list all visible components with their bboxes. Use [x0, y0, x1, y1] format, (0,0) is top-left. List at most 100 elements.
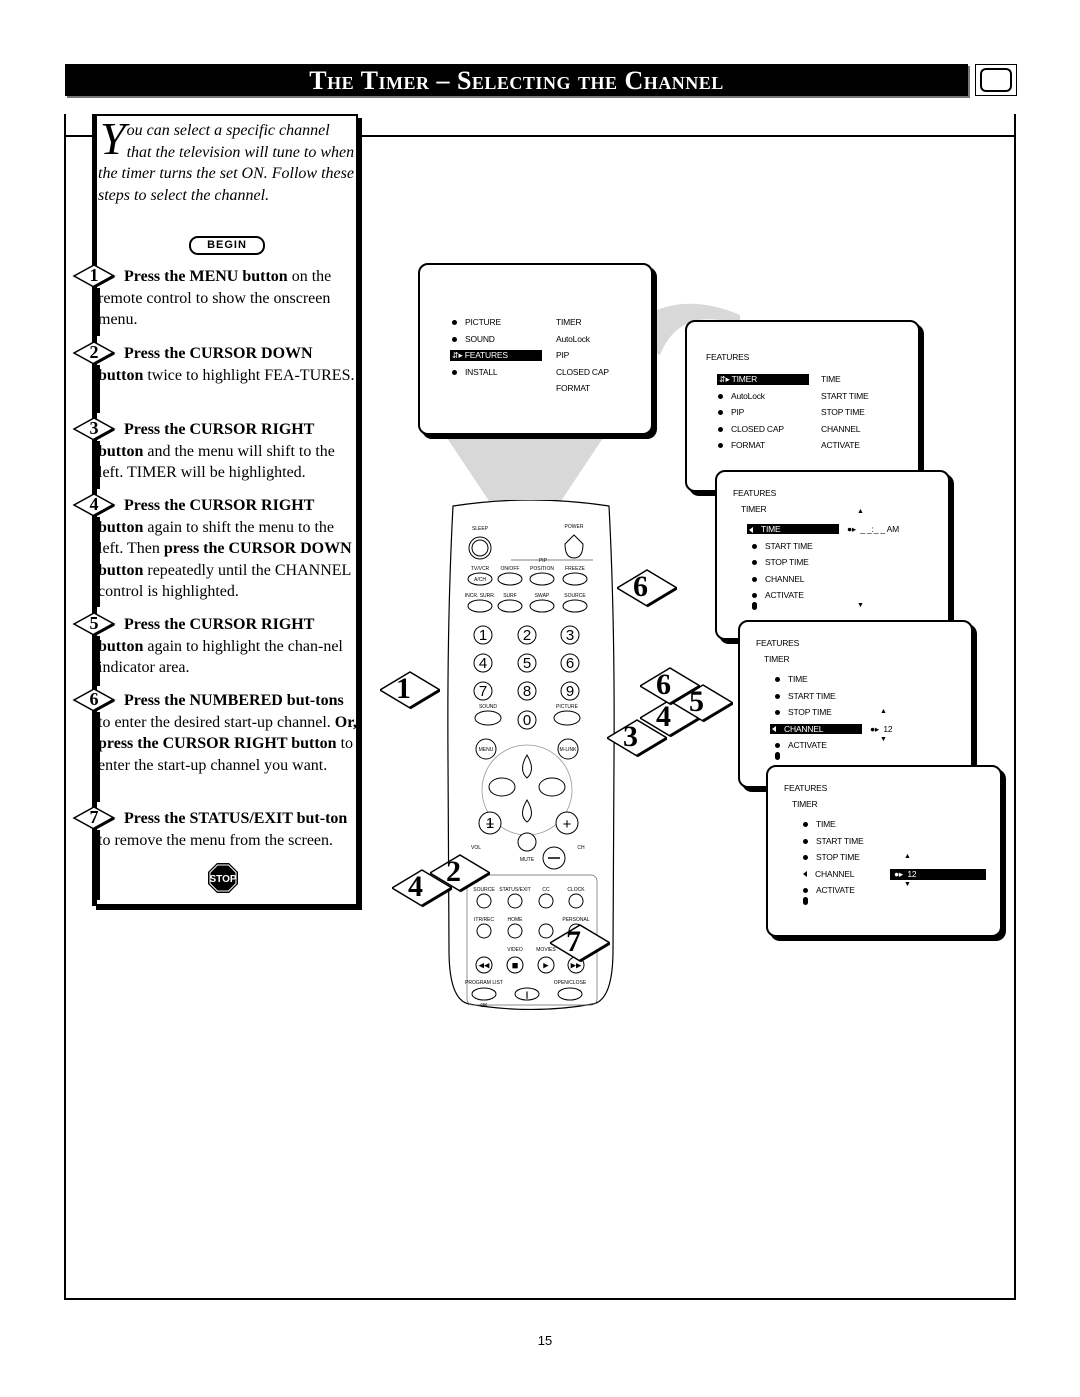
remote-label: CH — [577, 845, 585, 851]
step-number: 1 — [89, 265, 99, 285]
scroll-indicator — [752, 601, 765, 611]
step-bar — [96, 830, 100, 900]
menu-item: CLOSED CAP — [718, 424, 784, 434]
menu-item: CHANNEL — [770, 723, 862, 734]
remote-label: VOL — [471, 845, 481, 851]
step-bold: Press the NUMBERED but-tons — [124, 692, 344, 709]
step-bar — [96, 365, 100, 413]
remote-label: CLOCK — [567, 887, 585, 893]
menu-header: FEATURES — [756, 638, 800, 648]
function-button-3[interactable] — [568, 893, 584, 909]
value-cursor-icon: ●▸ — [847, 524, 857, 534]
callout-number: 1 — [396, 672, 411, 705]
step-number: 6 — [89, 689, 99, 709]
function-button-2[interactable] — [538, 893, 554, 909]
digit-label: 9 — [566, 683, 574, 700]
menu-item: ACTIVATE — [775, 740, 827, 750]
remote-label: STATUS/EXIT — [499, 887, 530, 893]
step-text: Press the CURSOR RIGHT button again to h… — [98, 614, 358, 679]
callout-number: 6 — [633, 570, 648, 603]
submenu-item: START TIME — [821, 390, 869, 401]
step-text: Press the NUMBERED but-tons to enter the… — [98, 690, 358, 776]
step-number: 2 — [89, 342, 99, 362]
up-arrow-icon: ▲ — [904, 852, 911, 860]
picture-button[interactable] — [553, 710, 581, 726]
menu-item: CHANNEL — [752, 574, 804, 584]
function-button-0[interactable] — [476, 893, 492, 909]
menu-header: FEATURES — [784, 783, 828, 793]
submenu-item: AutoLock — [556, 333, 590, 344]
step-rest: twice to highlight FEA-TURES. — [143, 366, 355, 384]
menu-item: FORMAT — [718, 440, 765, 450]
callout-number: 4 — [408, 870, 423, 903]
step-bar — [96, 288, 100, 336]
step-text: Press the MENU button on the remote cont… — [98, 266, 358, 331]
intro-body: ou can select a specific channel that th… — [98, 122, 355, 204]
step-4: 4 Press the CURSOR RIGHT button again to … — [72, 493, 358, 607]
step-callout-6: 6 — [640, 667, 700, 706]
value-cursor-icon: ●▸ — [894, 868, 904, 879]
media-button-0[interactable] — [476, 923, 492, 939]
menu-item: ⇵▸ FEATURES — [450, 350, 542, 361]
step-rest: to enter the desired start-up channel. — [98, 713, 335, 731]
step-number: 4 — [89, 494, 99, 514]
remote-label: CC — [542, 887, 550, 893]
sound-button[interactable] — [474, 710, 502, 726]
down-arrow-icon: ▼ — [904, 880, 911, 888]
updown-cursor-icon: ⇵ — [719, 375, 726, 384]
down-arrow-icon: ▼ — [880, 735, 887, 743]
tv-screen-features-menu: FEATURES ⇵▸ TIMER AutoLock PIP CLOSED CAP FOR… — [685, 320, 920, 492]
scroll-indicator-icon — [803, 897, 808, 906]
left-arrow-icon — [749, 526, 753, 533]
bullet-icon — [452, 320, 457, 326]
stop-label: STOP — [209, 874, 236, 885]
menu-item: START TIME — [752, 541, 813, 551]
menu-item: STOP TIME — [775, 707, 832, 717]
digit-label: 2 — [523, 627, 531, 644]
cursor-right-button[interactable] — [538, 777, 566, 797]
submenu-item: CHANNEL — [821, 423, 861, 434]
step-1: 1 Press the MENU button on the remote con… — [72, 264, 358, 336]
digit-label: 6 — [566, 655, 574, 672]
pip-button-1[interactable] — [497, 572, 523, 586]
remote-label: PIP — [539, 558, 548, 564]
callout-number: 7 — [566, 925, 581, 958]
pip-button-3[interactable] — [562, 572, 588, 586]
callout-number: 3 — [623, 720, 638, 753]
mute-button[interactable] — [517, 832, 537, 852]
bullet-icon — [718, 426, 723, 432]
media-button-1[interactable] — [507, 923, 523, 939]
surf-button-3[interactable] — [562, 599, 588, 613]
submenu-item: PIP — [556, 350, 570, 360]
bullet-icon — [452, 336, 457, 342]
scroll-indicator — [803, 896, 816, 906]
page-number: 15 — [537, 1333, 553, 1348]
surf-button-0[interactable] — [467, 599, 493, 613]
program-list-button[interactable] — [471, 987, 497, 1001]
step-number: 7 — [89, 807, 99, 827]
open-close-button[interactable] — [557, 987, 583, 1001]
function-button-1[interactable] — [507, 893, 523, 909]
remote-label: TV/VCR — [471, 566, 490, 572]
step-text: Press the CURSOR RIGHT button again to s… — [98, 495, 358, 603]
cursor-left-button[interactable] — [488, 777, 516, 797]
menu-item: STOP TIME — [803, 852, 860, 862]
begin-badge: BEGIN — [189, 236, 265, 255]
remote-label: A/CH — [474, 577, 486, 583]
bullet-icon — [452, 369, 457, 375]
step-bold: Press the STATUS/EXIT but-ton — [124, 810, 348, 827]
surf-button-1[interactable] — [497, 599, 523, 613]
left-arrow-icon — [803, 871, 807, 878]
digit-label: 5 — [523, 655, 531, 672]
menu-item: PICTURE — [452, 317, 501, 327]
surf-button-2[interactable] — [529, 599, 555, 613]
remote-label: FREEZE — [565, 566, 585, 572]
remote-label: INCR. SURR. — [465, 593, 496, 599]
svg-text:+: + — [563, 816, 572, 833]
pip-button-2[interactable] — [529, 572, 555, 586]
bullet-icon — [752, 593, 757, 599]
left-arrow-icon — [772, 726, 776, 733]
svg-text:‖: ‖ — [525, 991, 529, 999]
step-2: 2 Press the CURSOR DOWN button twice to h… — [72, 341, 358, 413]
updown-cursor-icon: ⇵ — [452, 351, 459, 360]
